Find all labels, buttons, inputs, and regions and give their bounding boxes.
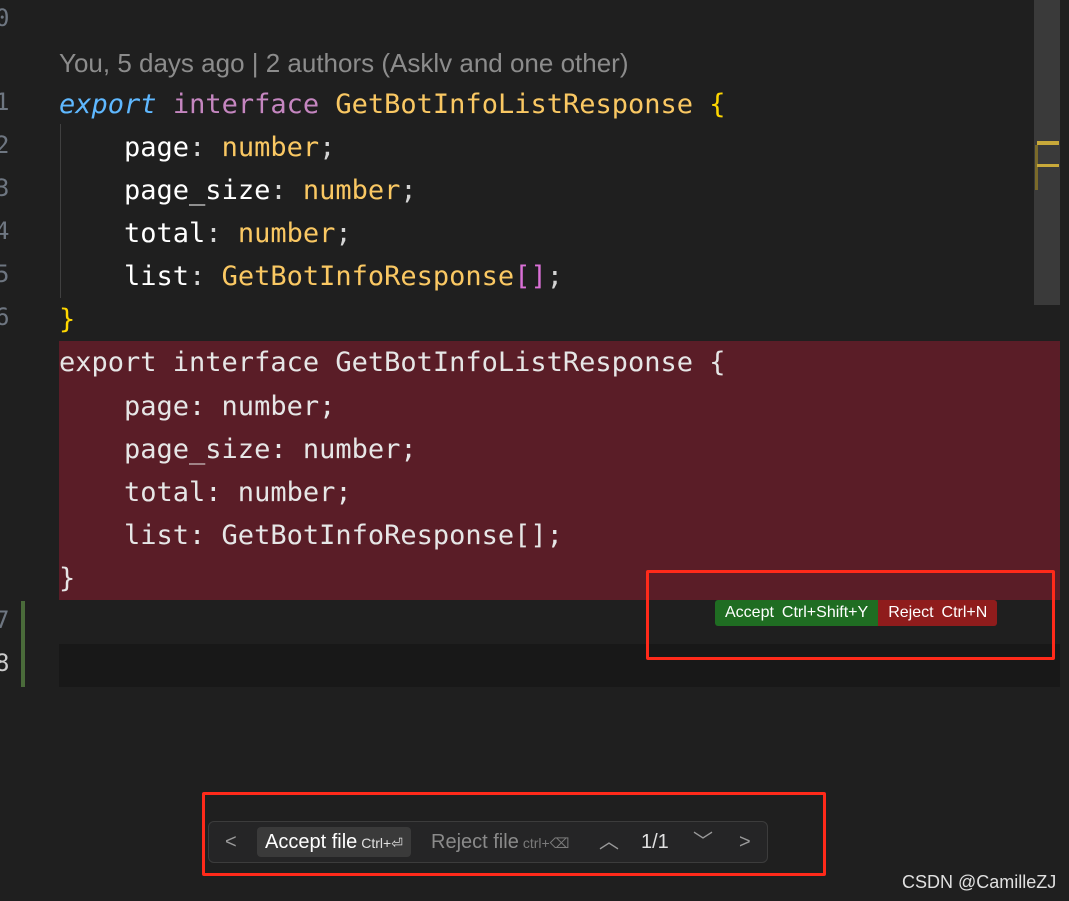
change-counter: 1/1 <box>641 831 669 853</box>
next-file-chevron-icon[interactable]: > <box>739 822 751 862</box>
line-number: 2 <box>0 131 10 159</box>
diff-review-toolbar: < Accept file Ctrl+⏎ Reject file ctrl+⌫ ︿ … <box>208 821 768 863</box>
line-number: 3 <box>0 174 10 202</box>
deleted-code-line: list: GetBotInfoResponse[]; <box>59 520 563 551</box>
reject-file-label: Reject file <box>431 831 519 853</box>
line-number: 7 <box>0 606 10 634</box>
line-number: 5 <box>0 260 10 288</box>
line-number: 4 <box>0 217 10 245</box>
overview-ruler-marker <box>1035 145 1038 190</box>
code-line[interactable]: page: number; <box>59 128 335 168</box>
overview-ruler-marker <box>1037 141 1059 145</box>
code-line[interactable]: total: number; <box>59 214 352 254</box>
accept-file-shortcut: Ctrl+⏎ <box>361 835 403 851</box>
deleted-code-line: page: number; <box>59 391 336 422</box>
previous-change-chevron-up-icon[interactable]: ︿ <box>599 822 619 862</box>
code-editor[interactable]: 0 1 2 3 4 5 6 7 8 You, 5 days ago | 2 au… <box>0 0 1069 901</box>
code-line[interactable]: list: GetBotInfoResponse[]; <box>59 257 563 297</box>
watermark: CSDN @CamilleZJ <box>902 872 1057 892</box>
deleted-code-line: } <box>59 563 76 594</box>
line-number: 0 <box>0 4 10 32</box>
deleted-code-line: export interface GetBotInfoListResponse … <box>59 347 726 378</box>
line-number: 6 <box>0 303 10 331</box>
overview-ruler-marker <box>1037 164 1059 167</box>
added-line-gutter-marker <box>21 601 25 687</box>
line-number: 1 <box>0 88 10 116</box>
accept-file-button[interactable]: Accept file Ctrl+⏎ <box>257 827 411 857</box>
code-line[interactable]: page_size: number; <box>59 171 417 211</box>
git-blame-codelens[interactable]: You, 5 days ago | 2 authors (Asklv and o… <box>59 48 629 79</box>
code-line[interactable]: } <box>59 300 75 340</box>
reject-file-shortcut: ctrl+⌫ <box>522 835 570 851</box>
previous-file-chevron-icon[interactable]: < <box>225 822 237 862</box>
code-line[interactable]: export interface GetBotInfoListResponse … <box>59 85 726 125</box>
deleted-code-line: total: number; <box>59 477 352 508</box>
line-number: 8 <box>0 649 10 677</box>
reject-file-button[interactable]: Reject file ctrl+⌫ <box>431 827 569 857</box>
highlight-box-inline-actions <box>646 570 1055 660</box>
next-change-chevron-down-icon[interactable]: ﹀ <box>693 822 713 862</box>
accept-file-label: Accept file <box>265 831 358 853</box>
deleted-code-line: page_size: number; <box>59 434 417 465</box>
